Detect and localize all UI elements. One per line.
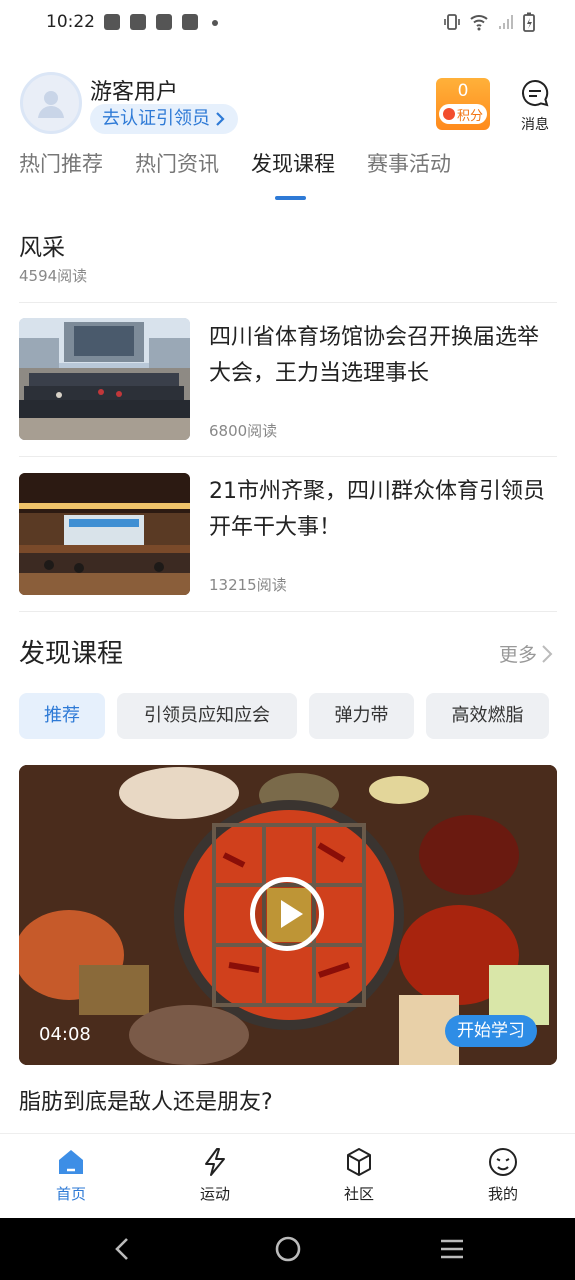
news-title[interactable]: 四川省体育场馆协会召开换届选举大会，王力当选理事长 xyxy=(209,320,559,392)
more-label: 更多 xyxy=(498,644,537,666)
notification-icon xyxy=(156,14,172,30)
status-time: 10:22 xyxy=(46,12,95,32)
nav-community[interactable]: 社区 xyxy=(319,1146,399,1204)
coin-icon xyxy=(442,108,455,120)
message-button[interactable]: 消息 xyxy=(514,78,556,134)
start-learning-button[interactable]: 开始学习 xyxy=(445,1015,537,1047)
courses-title: 发现课程 xyxy=(19,639,124,669)
chip-recommend[interactable]: 推荐 xyxy=(19,693,105,739)
nav-home[interactable]: 首页 xyxy=(31,1146,111,1204)
news-reads: 13215阅读 xyxy=(209,576,287,594)
more-notifications-icon xyxy=(212,20,218,26)
back-icon[interactable] xyxy=(110,1236,134,1262)
nav-label: 运动 xyxy=(199,1185,230,1203)
chevron-right-icon xyxy=(216,112,225,126)
nav-sport[interactable]: 运动 xyxy=(175,1146,255,1204)
chip-leader-knowledge[interactable]: 引领员应知应会 xyxy=(117,693,297,739)
points-label-pill: 积分 xyxy=(438,104,487,124)
section-title[interactable]: 风采 xyxy=(19,228,65,262)
verify-label: 去认证引领员 xyxy=(102,108,210,129)
tab-discover-courses[interactable]: 发现课程 xyxy=(251,148,335,178)
signal-icon xyxy=(499,15,513,29)
home-icon xyxy=(59,1150,83,1174)
news-thumbnail[interactable] xyxy=(19,473,190,595)
points-badge[interactable]: 0 积分 xyxy=(436,78,490,130)
group-photo-image xyxy=(19,318,190,440)
tab-events[interactable]: 赛事活动 xyxy=(367,148,451,178)
nav-mine[interactable]: 我的 xyxy=(463,1146,543,1204)
status-bar: 10:22 xyxy=(0,0,575,48)
home-circle-icon[interactable] xyxy=(274,1236,302,1262)
course-video[interactable]: 04:08 开始学习 xyxy=(19,765,557,1065)
cube-icon xyxy=(347,1148,371,1176)
play-button[interactable] xyxy=(250,877,324,951)
news-title[interactable]: 21市州齐聚，四川群众体育引领员开年干大事！ xyxy=(209,474,559,546)
nav-label: 社区 xyxy=(343,1185,374,1203)
face-icon xyxy=(489,1148,517,1176)
avatar[interactable] xyxy=(20,72,82,134)
username: 游客用户 xyxy=(90,80,179,105)
more-link[interactable]: 更多 xyxy=(499,640,553,667)
notification-icon xyxy=(182,14,198,30)
section-reads: 4594阅读 xyxy=(19,267,88,285)
message-label: 消息 xyxy=(521,117,549,133)
news-reads: 6800阅读 xyxy=(209,422,278,440)
recents-icon[interactable] xyxy=(438,1236,466,1262)
tab-indicator xyxy=(275,196,306,200)
nav-label: 我的 xyxy=(487,1185,518,1203)
tab-hot-news[interactable]: 热门资讯 xyxy=(135,148,219,178)
notification-icon xyxy=(104,14,120,30)
lightning-icon xyxy=(205,1148,225,1176)
system-nav-bar xyxy=(0,1218,575,1280)
conference-image xyxy=(19,473,190,595)
play-icon xyxy=(281,900,303,928)
divider xyxy=(19,456,557,457)
message-icon xyxy=(522,79,549,107)
user-icon xyxy=(38,91,64,118)
bottom-nav: 首页 运动 社区 我的 xyxy=(0,1133,575,1218)
course-caption[interactable]: 脂肪到底是敌人还是朋友? xyxy=(19,1084,273,1116)
battery-icon xyxy=(523,12,535,32)
wifi-icon xyxy=(470,15,488,31)
chip-resistance-band[interactable]: 弹力带 xyxy=(309,693,414,739)
chevron-right-icon xyxy=(542,644,553,663)
points-label: 积分 xyxy=(456,108,483,124)
chip-fat-burning[interactable]: 高效燃脂 xyxy=(426,693,549,739)
vibrate-icon xyxy=(444,14,460,30)
verify-leader-button[interactable]: 去认证引领员 xyxy=(90,104,238,134)
video-duration: 04:08 xyxy=(39,1024,91,1045)
news-thumbnail[interactable] xyxy=(19,318,190,440)
divider xyxy=(19,302,557,303)
notification-icon xyxy=(130,14,146,30)
divider xyxy=(19,611,557,612)
points-value: 0 xyxy=(457,81,469,101)
nav-label: 首页 xyxy=(55,1185,86,1203)
tab-hot-recommend[interactable]: 热门推荐 xyxy=(19,148,103,178)
